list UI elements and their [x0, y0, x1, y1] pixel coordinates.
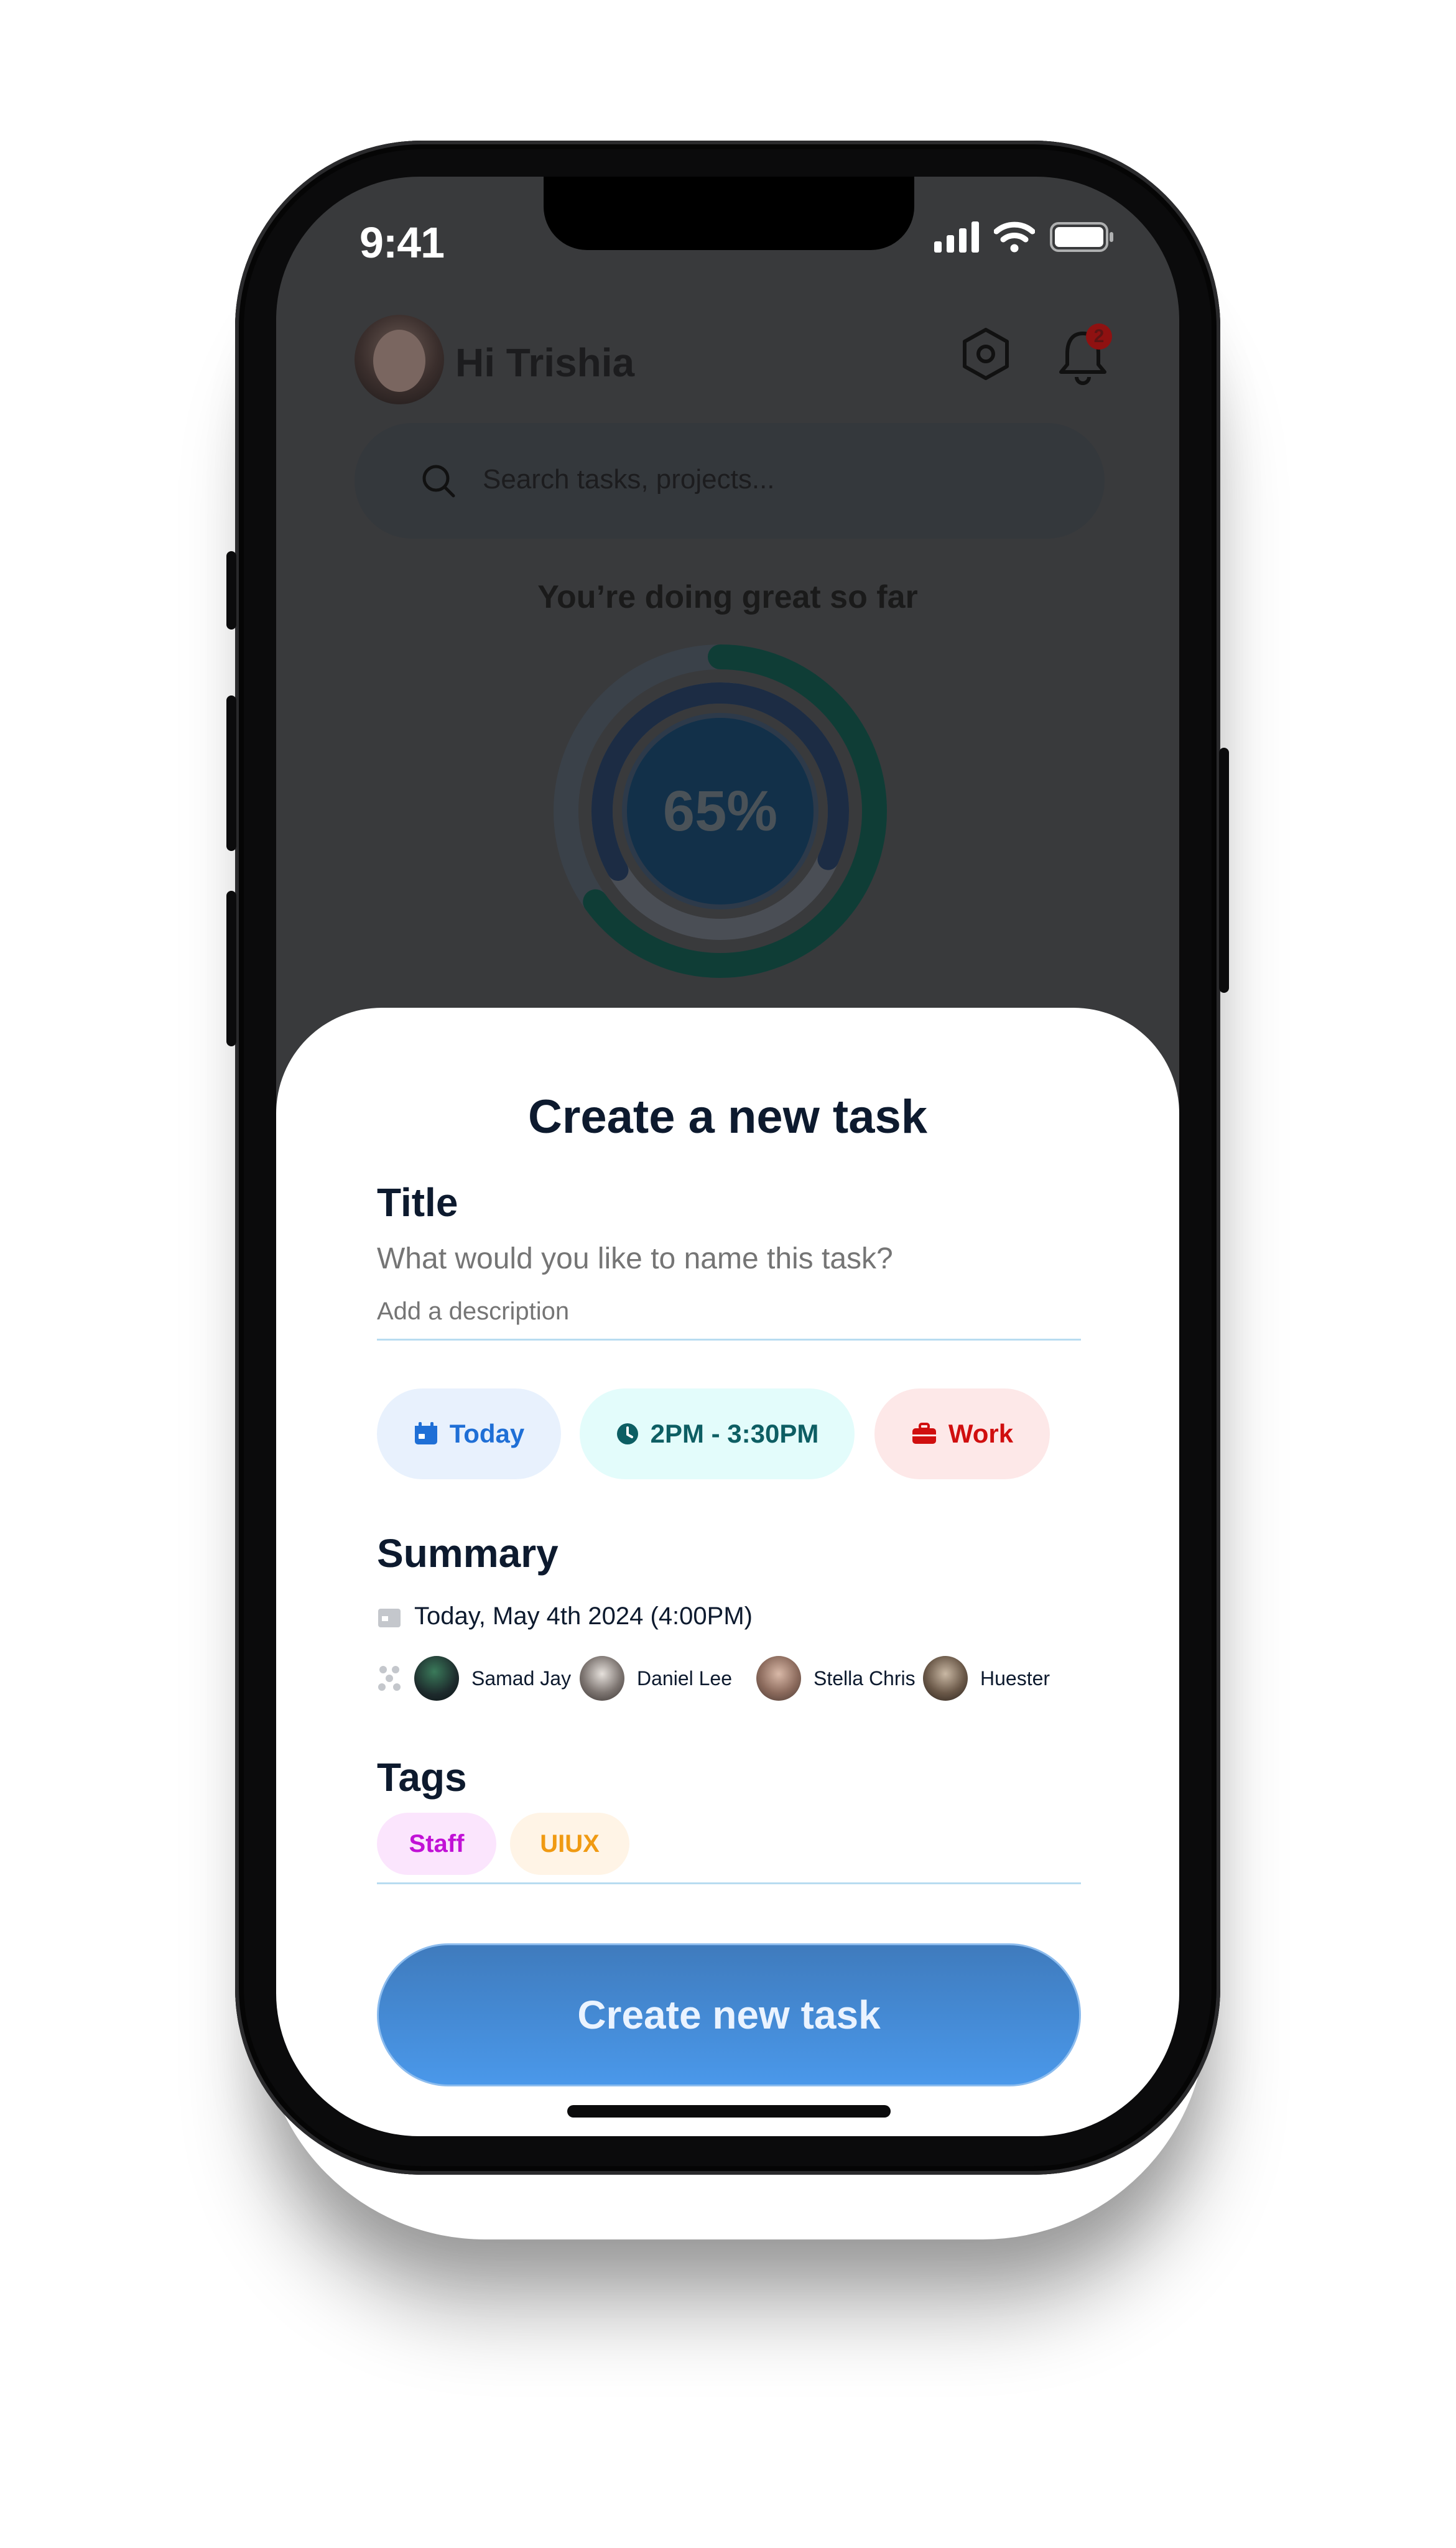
clock-icon: [616, 1423, 638, 1444]
date-chip-label: Today: [449, 1419, 525, 1448]
assignee-stella-chris[interactable]: Stella Chris: [756, 1656, 916, 1701]
volume-down-button: [226, 891, 236, 1046]
avatar: [580, 1656, 624, 1701]
status-time: 9:41: [359, 218, 445, 267]
tag-staff[interactable]: Staff: [377, 1813, 496, 1875]
notch: [544, 177, 914, 250]
title-label: Title: [377, 1180, 458, 1225]
assignee-huester[interactable]: Huester: [923, 1656, 1050, 1701]
avatar: [756, 1656, 801, 1701]
task-title-input[interactable]: [377, 1242, 1086, 1276]
title-divider: [377, 1339, 1081, 1341]
summary-label: Summary: [377, 1531, 559, 1576]
people-icon: [378, 1666, 401, 1691]
tag-uiux[interactable]: UIUX: [510, 1813, 629, 1875]
assignee-name: Huester: [980, 1667, 1050, 1690]
task-description-input[interactable]: [377, 1298, 1086, 1326]
assignee-name: Daniel Lee: [637, 1667, 732, 1690]
summary-date: Today, May 4th 2024 (4:00PM): [414, 1602, 753, 1630]
avatar: [414, 1656, 459, 1701]
tags-label: Tags: [377, 1755, 467, 1800]
category-chip-label: Work: [948, 1419, 1014, 1448]
mute-switch: [226, 551, 236, 630]
avatar: [923, 1656, 968, 1701]
status-icons: [934, 221, 1115, 253]
category-chip-work[interactable]: Work: [874, 1388, 1050, 1479]
sheet-title: Create a new task: [527, 1090, 928, 1143]
calendar-icon: [414, 1422, 437, 1444]
assignee-samad-jay[interactable]: Samad Jay: [414, 1656, 571, 1701]
assignee-name: Stella Chris: [814, 1667, 916, 1690]
time-chip[interactable]: 2PM - 3:30PM: [580, 1388, 855, 1479]
briefcase-icon: [912, 1423, 936, 1444]
signal-icon: [934, 221, 979, 253]
wifi-icon: [994, 221, 1035, 253]
home-indicator: [567, 2105, 891, 2118]
time-chip-label: 2PM - 3:30PM: [650, 1419, 819, 1448]
tags-divider: [377, 1882, 1081, 1884]
create-task-button[interactable]: Create new task: [377, 1943, 1081, 2086]
battery-icon: [1050, 222, 1113, 252]
assignee-daniel-lee[interactable]: Daniel Lee: [580, 1656, 732, 1701]
power-button: [1219, 748, 1229, 993]
date-chip-today[interactable]: Today: [377, 1388, 561, 1479]
calendar-icon: [378, 1609, 401, 1627]
volume-up-button: [226, 695, 236, 851]
assignee-name: Samad Jay: [471, 1667, 572, 1690]
sheet-content: Create a new task Title Today 2PM - 3:30…: [276, 0, 1179, 2548]
